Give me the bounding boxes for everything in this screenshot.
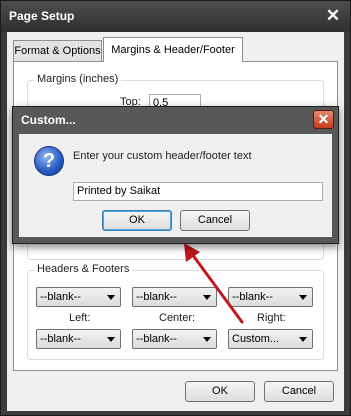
custom-dialog-title: Custom... bbox=[21, 113, 76, 127]
close-icon[interactable]: ✕ bbox=[313, 110, 334, 129]
custom-dialog-client: ? Enter your custom header/footer text P… bbox=[19, 134, 332, 237]
question-icon: ? bbox=[34, 146, 64, 176]
custom-dialog: Custom... ✕ ? Enter your custom header/f… bbox=[12, 106, 339, 244]
custom-text-input[interactable]: Printed by Saikat bbox=[73, 182, 323, 201]
arrow-line bbox=[190, 252, 244, 324]
custom-dialog-message: Enter your custom header/footer text bbox=[73, 150, 252, 162]
custom-ok-button[interactable]: OK bbox=[102, 210, 172, 231]
tab-margins-header-footer[interactable]: Margins & Header/Footer bbox=[103, 37, 243, 62]
custom-cancel-button[interactable]: Cancel bbox=[180, 210, 250, 231]
